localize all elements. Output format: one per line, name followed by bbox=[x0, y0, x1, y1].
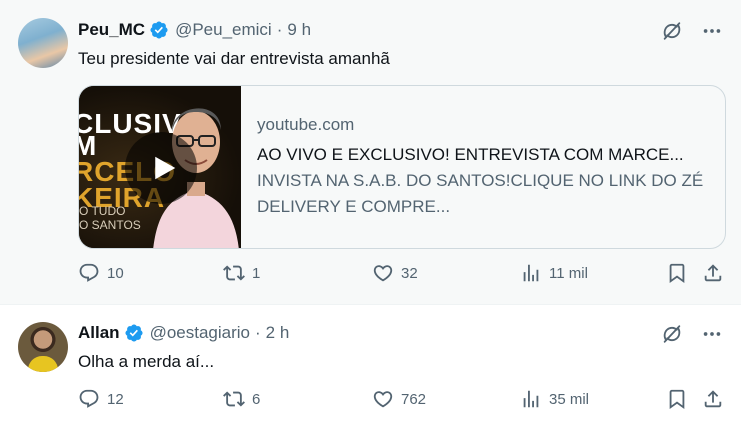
author-handle[interactable]: @oestagiario bbox=[150, 323, 250, 343]
views-button[interactable]: 35 mil bbox=[520, 388, 589, 410]
view-count: 35 mil bbox=[549, 390, 590, 408]
retweet-count: 6 bbox=[252, 390, 261, 408]
bookmark-icon bbox=[666, 388, 688, 410]
grok-icon[interactable] bbox=[661, 323, 683, 345]
share-button[interactable] bbox=[702, 388, 724, 410]
retweet-button[interactable]: 6 bbox=[223, 388, 260, 410]
more-icon[interactable] bbox=[701, 323, 723, 345]
share-icon bbox=[702, 388, 724, 410]
tweet-top-actions bbox=[661, 323, 723, 345]
reply-icon bbox=[78, 388, 100, 410]
tweet-text: Olha a merda aí... bbox=[78, 352, 215, 371]
reply-count: 12 bbox=[107, 390, 124, 408]
like-button[interactable]: 762 bbox=[372, 388, 426, 410]
avatar[interactable] bbox=[18, 322, 68, 372]
bookmark-button[interactable] bbox=[666, 388, 688, 410]
reply-button[interactable]: 12 bbox=[78, 388, 124, 410]
retweet-icon bbox=[223, 388, 245, 410]
views-icon bbox=[520, 388, 542, 410]
verified-badge-icon bbox=[124, 323, 144, 343]
tweet-actions: 12 6 762 35 mil bbox=[78, 388, 726, 416]
like-count: 762 bbox=[401, 390, 427, 408]
separator-dot: · bbox=[255, 323, 261, 342]
timestamp[interactable]: 2 h bbox=[266, 323, 290, 343]
author-name[interactable]: Allan bbox=[78, 323, 120, 343]
tweet-header: Allan @oestagiario · 2 h bbox=[78, 323, 289, 343]
heart-icon bbox=[372, 388, 394, 410]
